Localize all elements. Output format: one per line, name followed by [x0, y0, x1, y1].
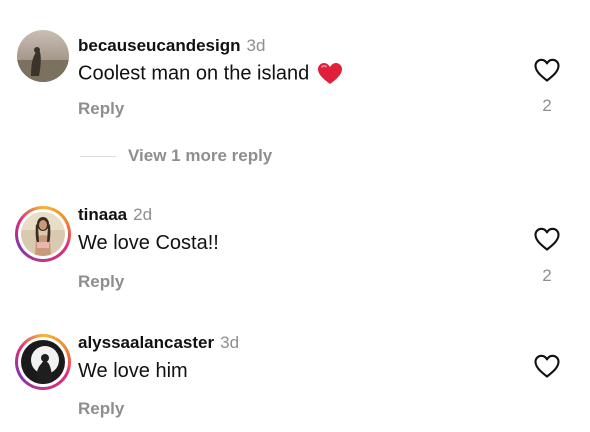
- comment-text-content: We love him: [78, 360, 188, 382]
- avatar-photo: [21, 340, 65, 384]
- comment-text: We love him: [78, 360, 188, 383]
- reply-button[interactable]: Reply: [78, 399, 124, 419]
- comment-time: 3d: [220, 333, 240, 352]
- heart-outline-icon[interactable]: [533, 353, 561, 379]
- avatar-ring-gap: [18, 337, 68, 387]
- comment-username[interactable]: alyssaalancaster 3d: [78, 333, 239, 353]
- avatar[interactable]: [15, 334, 71, 390]
- comment-item: alyssaalancaster 3d We love him Reply: [0, 0, 590, 432]
- username-text[interactable]: alyssaalancaster: [78, 333, 214, 352]
